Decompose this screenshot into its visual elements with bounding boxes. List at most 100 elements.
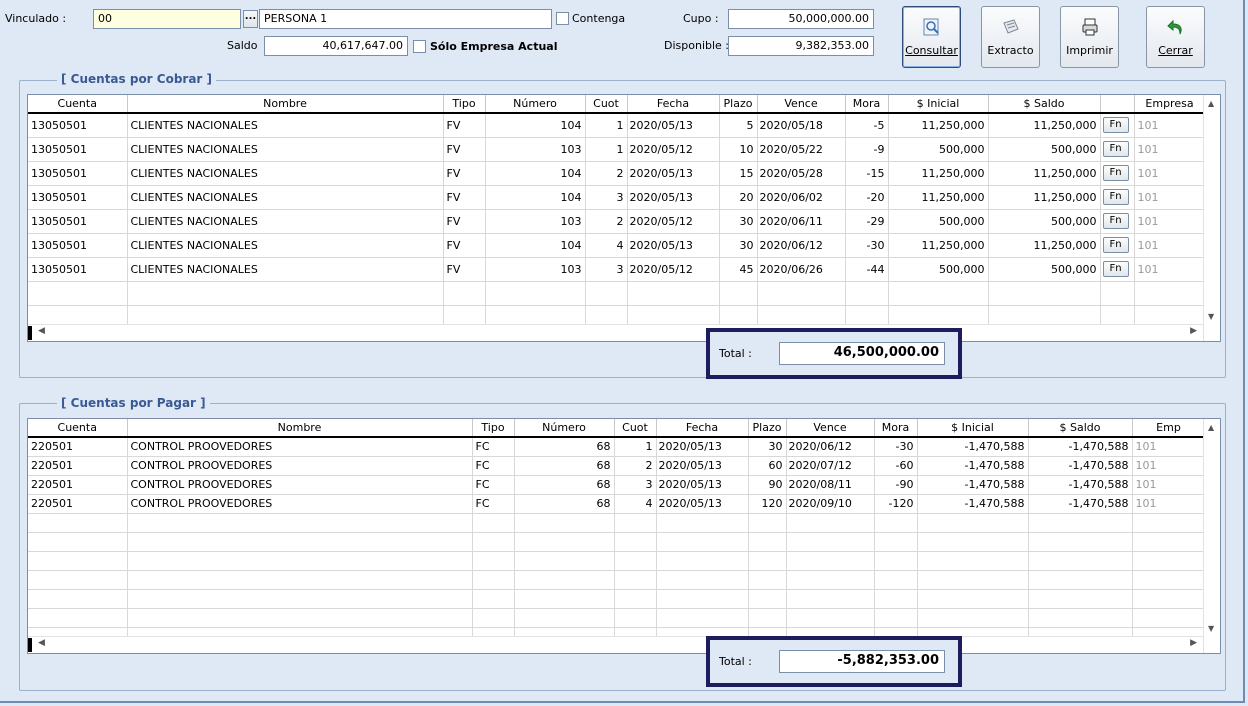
cell-plazo: 30 <box>748 437 787 457</box>
persona-input[interactable]: PERSONA 1 <box>259 9 552 29</box>
table-row[interactable]: 220501 CONTROL PROOVEDORES FC 68 3 2020/05/13… <box>28 475 1206 495</box>
disponible-field: 9,382,353.00 <box>728 36 874 56</box>
column-header[interactable]: Vence <box>757 95 846 114</box>
table-row[interactable] <box>28 532 1206 552</box>
table-row[interactable] <box>28 551 1206 571</box>
vinculado-input[interactable]: 00 <box>93 9 241 29</box>
table-row[interactable]: 13050501 CLIENTES NACIONALES FV 103 1 2020/05… <box>28 137 1206 162</box>
lookup-button[interactable]: ... <box>243 10 258 28</box>
table-row[interactable]: 220501 CONTROL PROOVEDORES FC 68 1 2020/05/13… <box>28 437 1206 457</box>
cell-tipo: FV <box>443 137 486 162</box>
table-row[interactable] <box>28 589 1206 609</box>
table-row[interactable] <box>28 513 1206 533</box>
column-header[interactable]: $ Inicial <box>917 419 1029 438</box>
consultar-label: Consultar <box>905 44 958 57</box>
scroll-up-icon[interactable]: ▲ <box>1208 423 1214 432</box>
cobrar-vertical-scrollbar[interactable]: ▲ ▼ <box>1203 95 1220 341</box>
table-row[interactable]: 220501 CONTROL PROOVEDORES FC 68 4 2020/05/13… <box>28 494 1206 514</box>
cell-mora: -29 <box>845 209 889 234</box>
cell-cuot <box>614 589 657 609</box>
cell-vence: 2020/09/10 <box>786 494 875 514</box>
scroll-up-icon[interactable]: ▲ <box>1208 99 1214 108</box>
cell-inicial: 11,250,000 <box>888 113 989 138</box>
column-header[interactable]: Nombre <box>127 419 473 438</box>
fn-button[interactable]: Fn <box>1102 189 1129 205</box>
column-header[interactable]: Número <box>485 95 586 114</box>
scroll-down-icon[interactable]: ▼ <box>1208 312 1214 321</box>
table-row[interactable] <box>28 570 1206 590</box>
table-row[interactable]: 13050501 CLIENTES NACIONALES FV 104 1 2020/05… <box>28 113 1206 138</box>
cobrar-total-highlight: Total : 46,500,000.00 <box>706 328 962 379</box>
column-header[interactable]: $ Saldo <box>988 95 1101 114</box>
scroll-down-icon[interactable]: ▼ <box>1208 624 1214 633</box>
cell-saldo <box>1028 513 1133 533</box>
contenga-checkbox[interactable] <box>556 12 569 25</box>
table-row[interactable]: 13050501 CLIENTES NACIONALES FV 104 3 2020/05… <box>28 185 1206 210</box>
column-header[interactable]: Fecha <box>627 95 720 114</box>
column-header[interactable]: Tipo <box>443 95 486 114</box>
cell-fecha: 2020/05/13 <box>627 233 720 258</box>
table-row[interactable] <box>28 281 1206 306</box>
column-header[interactable]: $ Saldo <box>1028 419 1133 438</box>
scroll-right-icon[interactable]: ▶ <box>1190 326 1197 336</box>
column-header[interactable]: Tipo <box>472 419 515 438</box>
scroll-left-icon[interactable]: ◀ <box>38 638 45 648</box>
column-header[interactable]: Vence <box>786 419 875 438</box>
cell-fecha: 2020/05/12 <box>627 209 720 234</box>
column-header[interactable]: Cuot <box>614 419 657 438</box>
fn-button[interactable]: Fn <box>1102 141 1129 157</box>
table-row[interactable]: 13050501 CLIENTES NACIONALES FV 103 2 2020/05… <box>28 209 1206 234</box>
pagar-horizontal-scrollbar[interactable]: ◀ ▶ <box>28 636 1203 653</box>
cell-tipo: FC <box>472 437 515 457</box>
cell-numero: 104 <box>485 113 586 138</box>
column-header[interactable]: $ Inicial <box>888 95 989 114</box>
cobrar-horizontal-scrollbar[interactable]: ◀ ▶ <box>28 324 1203 341</box>
cell-nombre: CONTROL PROOVEDORES <box>127 456 473 476</box>
cerrar-button[interactable]: Cerrar <box>1146 6 1205 68</box>
pagar-grid[interactable]: Cuenta Nombre Tipo Número Cuot Fecha Plazo Venc… <box>27 418 1221 654</box>
column-header[interactable]: Emp <box>1132 419 1206 438</box>
cell-cuot: 3 <box>585 185 628 210</box>
cell-empresa: 101 <box>1134 233 1206 258</box>
imprimir-button[interactable]: Imprimir <box>1060 6 1119 68</box>
consultar-button[interactable]: Consultar <box>902 6 961 68</box>
column-header[interactable]: Mora <box>874 419 918 438</box>
column-header[interactable] <box>1100 95 1135 114</box>
scroll-right-icon[interactable]: ▶ <box>1190 638 1197 648</box>
column-header[interactable]: Nombre <box>127 95 444 114</box>
table-row[interactable]: 13050501 CLIENTES NACIONALES FV 104 4 2020/05… <box>28 233 1206 258</box>
column-header[interactable]: Cuot <box>585 95 628 114</box>
fn-button[interactable]: Fn <box>1102 213 1129 229</box>
cell-saldo: 500,000 <box>988 209 1101 234</box>
column-header[interactable]: Empresa <box>1134 95 1206 114</box>
pagar-total-label: Total : <box>719 655 752 668</box>
cell-saldo: 11,250,000 <box>988 161 1101 186</box>
solo-empresa-checkbox[interactable] <box>413 40 426 53</box>
table-row[interactable]: 13050501 CLIENTES NACIONALES FV 104 2 2020/05… <box>28 161 1206 186</box>
cobrar-grid[interactable]: Cuenta Nombre Tipo Número Cuot Fecha Plazo Venc… <box>27 94 1221 342</box>
cell-numero: 104 <box>485 185 586 210</box>
fn-button[interactable]: Fn <box>1102 165 1129 181</box>
scroll-left-icon[interactable]: ◀ <box>38 326 45 336</box>
pagar-vertical-scrollbar[interactable]: ▲ ▼ <box>1203 419 1220 653</box>
cell-tipo: FV <box>443 257 486 282</box>
table-row[interactable]: 13050501 CLIENTES NACIONALES FV 103 3 2020/05… <box>28 257 1206 282</box>
table-row[interactable]: 220501 CONTROL PROOVEDORES FC 68 2 2020/05/13… <box>28 456 1206 476</box>
cell-plazo: 60 <box>748 456 787 476</box>
cell-fecha: 2020/05/13 <box>627 113 720 138</box>
column-header[interactable]: Cuenta <box>28 95 128 114</box>
cell-tipo: FV <box>443 113 486 138</box>
column-header[interactable]: Mora <box>845 95 889 114</box>
cell-cuot: 1 <box>585 137 628 162</box>
table-row[interactable] <box>28 608 1206 628</box>
cell-cuot: 4 <box>614 494 657 514</box>
fn-button[interactable]: Fn <box>1102 237 1129 253</box>
column-header[interactable]: Número <box>514 419 615 438</box>
column-header[interactable]: Plazo <box>719 95 758 114</box>
column-header[interactable]: Plazo <box>748 419 787 438</box>
fn-button[interactable]: Fn <box>1102 117 1129 134</box>
column-header[interactable]: Cuenta <box>28 419 128 438</box>
fn-button[interactable]: Fn <box>1102 261 1129 277</box>
column-header[interactable]: Fecha <box>656 419 749 438</box>
extracto-button[interactable]: Extracto <box>981 6 1040 68</box>
